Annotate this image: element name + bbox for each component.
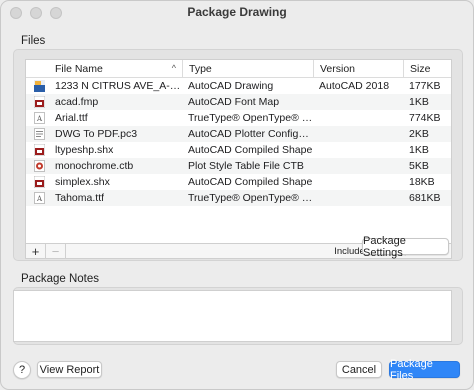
file-size-cell: 5KB <box>409 160 429 172</box>
file-type-cell: AutoCAD Drawing <box>188 80 274 92</box>
column-header-label: File Name <box>55 62 103 75</box>
table-row[interactable]: ltypeshp.shx AutoCAD Compiled Shape 1KB <box>26 142 451 158</box>
titlebar: Package Drawing <box>1 1 473 23</box>
fmp-file-icon <box>34 96 45 108</box>
file-type-cell: AutoCAD Compiled Shape <box>188 176 313 188</box>
file-name-cell: monochrome.ctb <box>26 160 182 172</box>
file-name-cell: A Arial.ttf <box>26 112 182 124</box>
help-button[interactable]: ? <box>13 361 31 379</box>
file-name: ltypeshp.shx <box>55 144 114 156</box>
svg-text:A: A <box>36 195 43 203</box>
column-header-type[interactable]: Type <box>182 60 313 77</box>
zoom-window-button[interactable] <box>50 7 62 19</box>
file-size-cell: 177KB <box>409 80 441 92</box>
minimize-window-button[interactable] <box>30 7 42 19</box>
file-type-cell: AutoCAD Font Map <box>188 96 280 108</box>
files-group: File Name ^ Type Version Size 1233 N CIT… <box>13 49 463 261</box>
file-size-cell: 681KB <box>409 192 441 204</box>
svg-text:A: A <box>36 115 43 123</box>
table-header: File Name ^ Type Version Size <box>26 60 451 78</box>
column-header-size[interactable]: Size <box>403 60 451 77</box>
file-type-cell: Plot Style Table File CTB <box>188 160 304 172</box>
column-header-version[interactable]: Version <box>313 60 403 77</box>
table-row[interactable]: DWG To PDF.pc3 AutoCAD Plotter Configura… <box>26 126 451 142</box>
package-files-button[interactable]: Package Files <box>389 358 460 382</box>
package-notes-label: Package Notes <box>21 273 99 285</box>
package-settings-button[interactable]: Package Settings <box>362 235 449 259</box>
table-row[interactable]: monochrome.ctb Plot Style Table File CTB… <box>26 158 451 174</box>
file-name: 1233 N CITRUS AVE_A-302... <box>55 80 182 92</box>
dwg-file-icon <box>34 80 45 92</box>
file-name: monochrome.ctb <box>55 160 134 172</box>
pc3-file-icon <box>34 128 45 140</box>
file-name-cell: A Tahoma.ttf <box>26 192 182 204</box>
package-drawing-dialog: Package Drawing Files File Name ^ Type V… <box>0 0 474 390</box>
file-name-cell: ltypeshp.shx <box>26 144 182 156</box>
cancel-button[interactable]: Cancel <box>336 361 382 378</box>
shx-file-icon <box>34 176 45 188</box>
file-type-cell: TrueType® OpenType® font <box>188 192 313 204</box>
file-size-cell: 1KB <box>409 144 429 156</box>
file-size-cell: 1KB <box>409 96 429 108</box>
file-name-cell: 1233 N CITRUS AVE_A-302... <box>26 80 182 92</box>
table-row[interactable]: A Arial.ttf TrueType® OpenType® font 774… <box>26 110 451 126</box>
file-name-cell: DWG To PDF.pc3 <box>26 128 182 140</box>
close-window-button[interactable] <box>10 7 22 19</box>
shx-file-icon <box>34 144 45 156</box>
add-file-button[interactable]: + <box>26 243 46 259</box>
table-body: 1233 N CITRUS AVE_A-302... AutoCAD Drawi… <box>26 78 451 206</box>
file-name-cell: acad.fmp <box>26 96 182 108</box>
file-size-cell: 18KB <box>409 176 435 188</box>
file-type-cell: AutoCAD Plotter Configura... <box>188 128 313 140</box>
file-name: simplex.shx <box>55 176 110 188</box>
file-type-cell: AutoCAD Compiled Shape <box>188 144 313 156</box>
column-header-file-name[interactable]: File Name ^ <box>26 60 182 77</box>
table-row[interactable]: A Tahoma.ttf TrueType® OpenType® font 68… <box>26 190 451 206</box>
file-name: Arial.ttf <box>55 112 88 124</box>
font-file-icon: A <box>34 192 45 204</box>
file-name: Tahoma.ttf <box>55 192 105 204</box>
remove-file-button[interactable]: − <box>46 243 66 259</box>
sort-ascending-icon: ^ <box>171 63 176 73</box>
font-file-icon: A <box>34 112 45 124</box>
file-version-cell: AutoCAD 2018 <box>319 80 390 92</box>
file-size-cell: 774KB <box>409 112 441 124</box>
file-name: acad.fmp <box>55 96 99 108</box>
files-section-label: Files <box>21 35 46 47</box>
file-name: DWG To PDF.pc3 <box>55 128 138 140</box>
table-row[interactable]: acad.fmp AutoCAD Font Map 1KB <box>26 94 451 110</box>
files-table: File Name ^ Type Version Size 1233 N CIT… <box>25 59 452 259</box>
package-notes-input[interactable] <box>13 290 452 342</box>
file-type-cell: TrueType® OpenType® font <box>188 112 313 124</box>
window-title: Package Drawing <box>187 5 287 19</box>
table-row[interactable]: 1233 N CITRUS AVE_A-302... AutoCAD Drawi… <box>26 78 451 94</box>
ctb-file-icon <box>34 160 45 172</box>
window-controls <box>10 7 62 19</box>
file-name-cell: simplex.shx <box>26 176 182 188</box>
view-report-button[interactable]: View Report <box>37 361 102 378</box>
table-row[interactable]: simplex.shx AutoCAD Compiled Shape 18KB <box>26 174 451 190</box>
file-size-cell: 2KB <box>409 128 429 140</box>
